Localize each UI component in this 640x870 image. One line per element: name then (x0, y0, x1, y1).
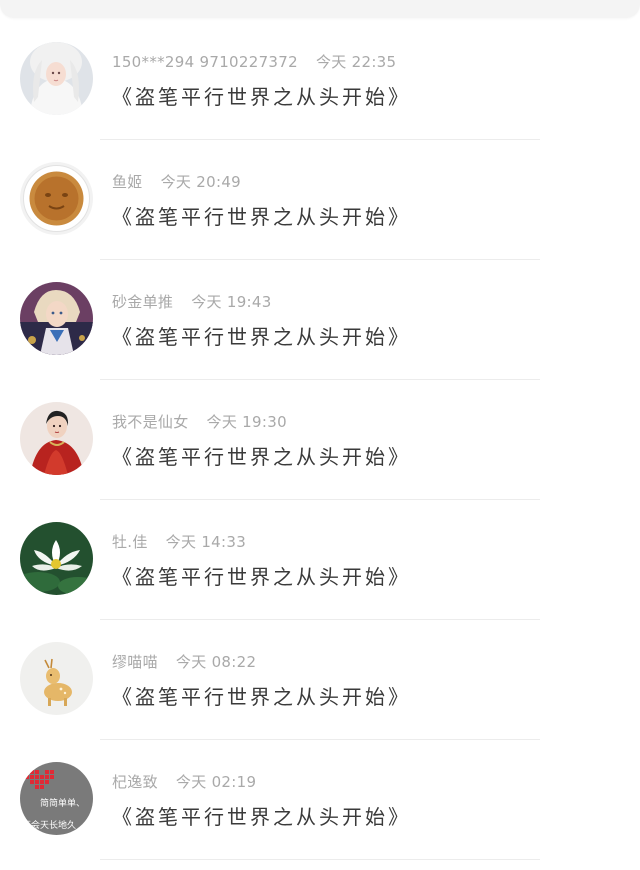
avatar-lotus-icon[interactable] (20, 522, 93, 595)
message-time: 今天 19:30 (206, 413, 287, 431)
message-text: 《盗笔平行世界之从头开始》 (112, 85, 411, 109)
sender-name[interactable]: 150***294 9710227372 (112, 53, 298, 71)
avatar-deer-icon[interactable] (20, 642, 93, 715)
divider (100, 859, 540, 860)
message-meta: 150***294 9710227372 今天 22:35 (112, 51, 396, 72)
message-time: 今天 22:35 (315, 53, 397, 71)
message-meta: 砂金单推 今天 19:43 (112, 291, 272, 312)
message-time: 今天 08:22 (175, 653, 257, 671)
message-list: 150***294 9710227372 今天 22:35 《盗笔平行世界之从头开… (0, 20, 640, 860)
message-time: 今天 14:33 (165, 533, 247, 551)
avatar-caption-line-2: 不会天长地久 (22, 819, 76, 831)
sender-name[interactable]: 我不是仙女 (112, 413, 189, 431)
list-item[interactable]: 简简单单、 不会天长地久 杞逸致 今天 02:19 《盗笔平行世界之从头开始》 (0, 740, 640, 860)
list-item[interactable]: 牡.佳 今天 14:33 《盗笔平行世界之从头开始》 (0, 500, 640, 620)
sender-name[interactable]: 鱼姬 (112, 173, 143, 191)
message-time: 今天 20:49 (160, 173, 242, 191)
message-time: 今天 19:43 (191, 293, 272, 311)
sender-name[interactable]: 缪喵喵 (112, 653, 158, 671)
message-text: 《盗笔平行世界之从头开始》 (112, 205, 411, 229)
list-item[interactable]: 150***294 9710227372 今天 22:35 《盗笔平行世界之从头开… (0, 20, 640, 140)
message-text: 《盗笔平行世界之从头开始》 (112, 445, 411, 469)
message-text: 《盗笔平行世界之从头开始》 (112, 325, 411, 349)
message-text: 《盗笔平行世界之从头开始》 (112, 565, 411, 589)
message-meta: 缪喵喵 今天 08:22 (112, 651, 256, 672)
avatar-caption-line-1: 简简单单、 (40, 797, 85, 809)
message-text: 《盗笔平行世界之从头开始》 (112, 805, 411, 829)
avatar-woman-red-icon[interactable] (20, 402, 93, 475)
sender-name[interactable]: 砂金单推 (112, 293, 173, 311)
message-meta: 杞逸致 今天 02:19 (112, 771, 256, 792)
list-item[interactable]: 缪喵喵 今天 08:22 《盗笔平行世界之从头开始》 (0, 620, 640, 740)
message-time: 今天 02:19 (175, 773, 257, 791)
list-item[interactable]: 我不是仙女 今天 19:30 《盗笔平行世界之从头开始》 (0, 380, 640, 500)
message-meta: 牡.佳 今天 14:33 (112, 531, 246, 552)
message-meta: 我不是仙女 今天 19:30 (112, 411, 287, 432)
message-meta: 鱼姬 今天 20:49 (112, 171, 241, 192)
avatar-girl-white-icon[interactable] (20, 42, 93, 115)
avatar-anime-boy-icon[interactable] (20, 282, 93, 355)
avatar-pudding-icon[interactable] (20, 162, 93, 235)
list-item[interactable]: 鱼姬 今天 20:49 《盗笔平行世界之从头开始》 (0, 140, 640, 260)
message-text: 《盗笔平行世界之从头开始》 (112, 685, 411, 709)
sender-name[interactable]: 牡.佳 (112, 533, 148, 551)
avatar-heart-text-icon[interactable]: 简简单单、 不会天长地久 (20, 762, 93, 835)
top-bar (0, 0, 640, 18)
list-item[interactable]: 砂金单推 今天 19:43 《盗笔平行世界之从头开始》 (0, 260, 640, 380)
sender-name[interactable]: 杞逸致 (112, 773, 158, 791)
